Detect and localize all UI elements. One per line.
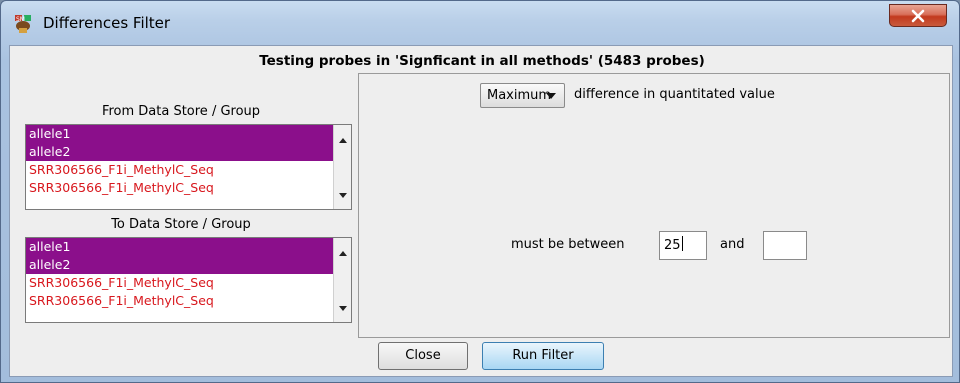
- scroll-up-icon[interactable]: [338, 136, 348, 144]
- filter-options-panel: Maximum difference in quantitated value …: [358, 73, 950, 338]
- window-title: Differences Filter: [43, 14, 171, 32]
- list-item[interactable]: allele2: [26, 256, 334, 274]
- list-item[interactable]: allele1: [26, 125, 334, 143]
- scroll-up-icon[interactable]: [338, 249, 348, 257]
- list-item[interactable]: SRR306566_F1i_MethylC_Seq: [26, 292, 334, 310]
- dialog-heading: Testing probes in 'Signficant in all met…: [259, 53, 705, 69]
- difference-type-value: Maximum: [487, 88, 552, 103]
- list-item[interactable]: allele2: [26, 143, 334, 161]
- from-store-scrollbar[interactable]: [333, 125, 351, 209]
- svg-text:SM: SM: [16, 16, 25, 23]
- lower-limit-value: 25: [664, 238, 681, 253]
- from-store-label: From Data Store / Group: [101, 104, 261, 119]
- lower-limit-input[interactable]: 25: [659, 231, 707, 260]
- between-label: must be between: [511, 237, 625, 252]
- close-x-icon: [911, 9, 925, 22]
- chevron-down-icon: [546, 93, 556, 99]
- to-store-list[interactable]: allele1 allele2 SRR306566_F1i_MethylC_Seq S…: [25, 237, 352, 323]
- upper-limit-input[interactable]: [763, 231, 807, 260]
- to-store-items: allele1 allele2 SRR306566_F1i_MethylC_Seq S…: [26, 238, 334, 310]
- differences-filter-window: SM Differences Filter Testing probes in …: [0, 0, 960, 383]
- window-close-button[interactable]: [889, 4, 947, 27]
- from-store-items: allele1 allele2 SRR306566_F1i_MethylC_Seq S…: [26, 125, 334, 197]
- dialog-content: Testing probes in 'Signficant in all met…: [9, 45, 953, 377]
- list-item[interactable]: allele1: [26, 238, 334, 256]
- difference-label: difference in quantitated value: [574, 87, 775, 102]
- close-button[interactable]: Close: [378, 342, 468, 370]
- scroll-down-icon[interactable]: [338, 305, 348, 313]
- and-label: and: [720, 237, 745, 252]
- to-store-label: To Data Store / Group: [111, 217, 251, 232]
- from-store-list[interactable]: allele1 allele2 SRR306566_F1i_MethylC_Seq S…: [25, 124, 352, 210]
- difference-type-select[interactable]: Maximum: [480, 83, 565, 108]
- run-filter-button[interactable]: Run Filter: [482, 342, 604, 370]
- seqmonk-app-icon: SM: [13, 14, 35, 34]
- scroll-down-icon[interactable]: [338, 192, 348, 200]
- title-bar[interactable]: SM Differences Filter: [1, 1, 959, 45]
- list-item[interactable]: SRR306566_F1i_MethylC_Seq: [26, 179, 334, 197]
- list-item[interactable]: SRR306566_F1i_MethylC_Seq: [26, 161, 334, 179]
- to-store-scrollbar[interactable]: [333, 238, 351, 322]
- list-item[interactable]: SRR306566_F1i_MethylC_Seq: [26, 274, 334, 292]
- text-caret: [681, 236, 683, 251]
